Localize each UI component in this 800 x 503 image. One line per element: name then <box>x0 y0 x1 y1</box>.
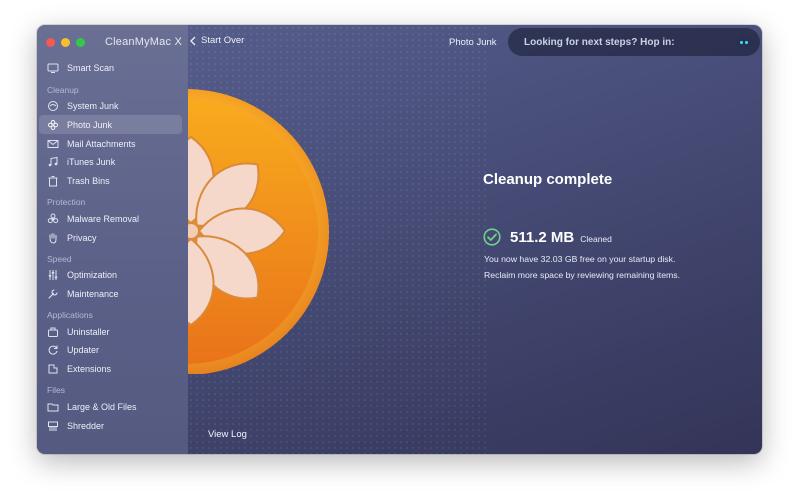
sidebar-item-label: System Junk <box>67 100 119 111</box>
window-controls <box>46 38 85 47</box>
sidebar-item-label: Mail Attachments <box>67 138 136 149</box>
minimize-button[interactable] <box>61 38 70 47</box>
sidebar-item-label: Malware Removal <box>67 213 140 224</box>
cleaned-label: Cleaned <box>580 234 612 244</box>
result-panel: Cleanup complete 511.2 MB Cleaned You no… <box>483 171 753 280</box>
assistant-bar[interactable]: Looking for next steps? Hop in: <box>508 28 760 56</box>
sidebar-item-label: Uninstaller <box>67 326 110 337</box>
zoom-button[interactable] <box>76 38 85 47</box>
assistant-dots-icon[interactable] <box>736 34 752 50</box>
view-log-link[interactable]: View Log <box>208 429 247 440</box>
sidebar-item-system-junk[interactable]: System Junk <box>37 97 188 116</box>
cleaned-stat: 511.2 MB Cleaned <box>483 228 612 246</box>
biohazard-icon <box>47 213 59 225</box>
result-title: Cleanup complete <box>483 171 613 188</box>
sidebar-item-updater[interactable]: Updater <box>37 341 188 360</box>
shredder-icon <box>47 420 59 432</box>
sidebar-item-label: Smart Scan <box>67 63 115 74</box>
uninstaller-icon <box>47 326 59 338</box>
section-title-cleanup: Cleanup <box>47 84 79 95</box>
photo-junk-hero-icon <box>188 88 388 374</box>
wrench-icon <box>47 288 59 300</box>
section-title-applications: Applications <box>47 310 93 321</box>
sidebar-item-extensions[interactable]: Extensions <box>37 360 188 379</box>
mail-icon <box>47 138 59 150</box>
system-junk-icon <box>47 100 59 112</box>
sidebar-item-label: Photo Junk <box>67 119 113 130</box>
sidebar-item-label: Privacy <box>67 232 97 243</box>
close-button[interactable] <box>46 38 55 47</box>
sidebar-item-maintenance[interactable]: Maintenance <box>37 285 188 304</box>
updater-icon <box>47 344 59 356</box>
sidebar-item-large-old-files[interactable]: Large & Old Files <box>37 397 188 416</box>
start-over-label: Start Over <box>201 35 245 46</box>
cleaned-size: 511.2 MB <box>510 228 575 246</box>
hand-icon <box>47 232 59 244</box>
sidebar-item-optimization[interactable]: Optimization <box>37 266 188 285</box>
sidebar-item-uninstaller[interactable]: Uninstaller <box>37 322 188 341</box>
extensions-icon <box>47 363 59 375</box>
section-title-speed: Speed <box>47 253 72 264</box>
sidebar-item-malware-removal[interactable]: Malware Removal <box>37 209 188 228</box>
assistant-text: Looking for next steps? Hop in: <box>524 36 675 48</box>
chevron-left-icon <box>190 36 196 45</box>
app-window: CleanMyMac X Smart Scan Cleanup System J… <box>37 25 762 454</box>
sidebar-item-label: Shredder <box>67 420 105 431</box>
trash-icon <box>47 175 59 187</box>
section-title-files: Files <box>47 385 65 396</box>
sidebar-item-privacy[interactable]: Privacy <box>37 228 188 247</box>
check-circle-icon <box>483 228 501 246</box>
sliders-icon <box>47 269 59 281</box>
sidebar-item-label: Trash Bins <box>67 176 110 187</box>
sidebar-item-itunes-junk[interactable]: iTunes Junk <box>37 153 188 172</box>
sidebar-item-mail-attachments[interactable]: Mail Attachments <box>37 134 188 153</box>
section-title-protection: Protection <box>47 197 86 208</box>
sidebar-item-label: Large & Old Files <box>67 401 137 412</box>
app-title: CleanMyMac X <box>105 36 182 48</box>
folder-icon <box>47 401 59 413</box>
flower-icon <box>188 89 329 374</box>
smart-scan-icon <box>47 62 59 74</box>
sidebar-item-label: Maintenance <box>67 288 119 299</box>
reclaim-text: Reclaim more space by reviewing remainin… <box>484 270 681 280</box>
sidebar-item-smart-scan[interactable]: Smart Scan <box>37 59 188 78</box>
music-note-icon <box>47 156 59 168</box>
sidebar: CleanMyMac X Smart Scan Cleanup System J… <box>37 25 188 454</box>
module-title: Photo Junk <box>449 37 497 48</box>
photo-junk-icon <box>47 119 59 131</box>
sidebar-item-label: Optimization <box>67 270 118 281</box>
sidebar-item-shredder[interactable]: Shredder <box>37 416 188 435</box>
sidebar-item-label: Extensions <box>67 364 112 375</box>
sidebar-item-trash-bins[interactable]: Trash Bins <box>37 172 188 191</box>
sidebar-item-label: iTunes Junk <box>67 157 116 168</box>
sidebar-item-label: Updater <box>67 345 100 356</box>
sidebar-nav: Smart Scan Cleanup System Junk Photo Jun… <box>37 59 188 435</box>
start-over-button[interactable]: Start Over <box>189 35 244 46</box>
sidebar-item-photo-junk[interactable]: Photo Junk <box>39 115 182 135</box>
free-space-text: You now have 32.03 GB free on your start… <box>484 254 676 264</box>
